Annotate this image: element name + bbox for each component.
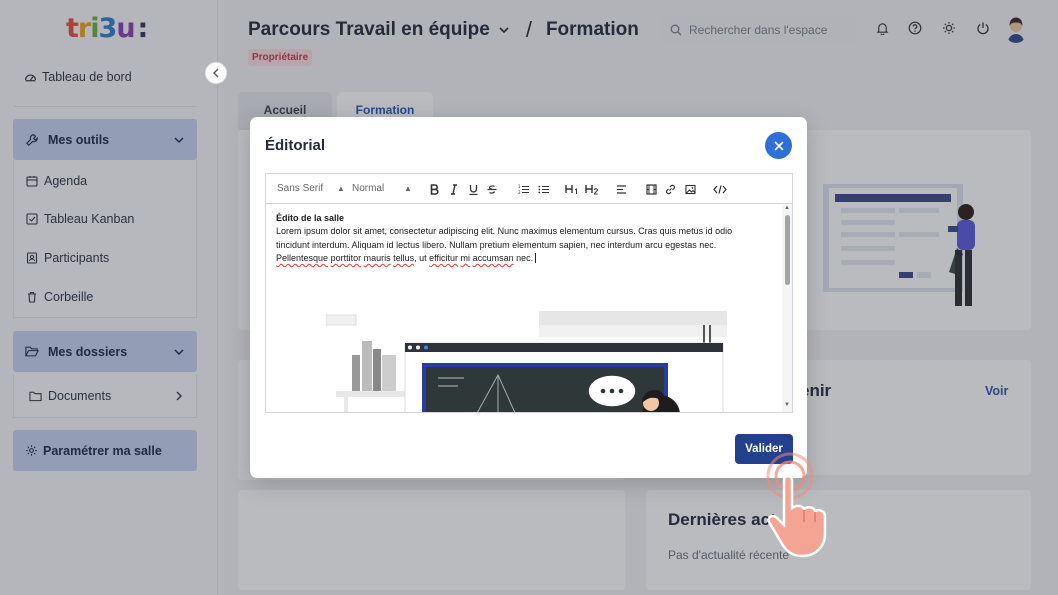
select-arrows-icon: ▲︎	[337, 184, 345, 193]
rich-text-editor: Sans Serif ▲︎ Normal ▲︎ 1 2 Édito de la …	[265, 173, 793, 413]
italic-button[interactable]	[448, 183, 460, 195]
text-cursor: ​	[535, 253, 537, 263]
close-button[interactable]	[765, 132, 792, 159]
spell-flag-word: efficitur	[429, 253, 459, 263]
font-size-value: Normal	[352, 183, 385, 194]
select-arrows-icon: ▲︎	[404, 184, 412, 193]
editorial-modal: Éditorial Sans Serif ▲︎ Normal ▲︎ 1 2 Éd…	[250, 117, 807, 478]
italic-icon	[451, 183, 457, 195]
heading2-icon	[585, 184, 599, 194]
image-icon	[684, 184, 696, 194]
align-button[interactable]	[615, 183, 627, 195]
spell-flag-word: mauris	[363, 253, 391, 263]
underline-button[interactable]	[467, 183, 479, 195]
image-button[interactable]	[684, 183, 696, 195]
heading1-icon	[565, 184, 577, 194]
video-button[interactable]	[645, 183, 657, 195]
font-family-value: Sans Serif	[277, 183, 324, 194]
spell-flag-word: Pellentesque	[276, 253, 329, 263]
spell-flag-word: accumsan	[472, 253, 514, 263]
svg-text:1: 1	[518, 184, 521, 189]
sidebar-collapse-button[interactable]	[205, 62, 227, 84]
scrollbar-thumb[interactable]	[785, 215, 790, 285]
editor-toolbar: Sans Serif ▲︎ Normal ▲︎ 1 2	[266, 174, 792, 204]
code-button[interactable]	[713, 183, 727, 195]
tap-hand-icon	[766, 452, 827, 558]
modal-title: Éditorial	[265, 137, 326, 154]
content-text: , ut	[414, 253, 427, 263]
film-icon	[645, 183, 657, 195]
ordered-list-button[interactable]: 12	[517, 183, 529, 195]
strike-button[interactable]	[486, 183, 498, 195]
scroll-down-arrow-icon[interactable]: ▼︎	[784, 402, 790, 408]
heading1-button[interactable]	[565, 183, 579, 195]
editor-content[interactable]: Édito de la salle Lorem ipsum dolor sit …	[266, 205, 782, 412]
content-text: nec.	[516, 253, 534, 263]
underline-icon	[469, 184, 477, 195]
content-body: Lorem ipsum dolor sit amet, consectetur …	[276, 225, 756, 266]
svg-text:2: 2	[518, 190, 521, 195]
bullet-list-button[interactable]	[537, 183, 549, 195]
content-paragraph: Lorem ipsum dolor sit amet, consectetur …	[276, 226, 733, 250]
content-illustration	[326, 311, 727, 412]
strikethrough-icon	[487, 184, 497, 194]
code-icon	[713, 184, 727, 194]
bold-button[interactable]	[428, 183, 440, 195]
font-size-select[interactable]: Normal ▲︎	[352, 183, 412, 194]
scroll-up-arrow-icon[interactable]: ▲︎	[784, 205, 790, 211]
content-title: Édito de la salle	[276, 213, 345, 223]
align-left-icon	[616, 184, 626, 194]
close-icon	[773, 140, 784, 151]
chevron-left-icon	[213, 68, 219, 78]
spell-flag-word: porttitor	[330, 253, 362, 263]
app-root: tri3u: Tableau de bord Mes outils Agenda…	[0, 0, 1058, 595]
link-button[interactable]	[664, 183, 676, 195]
editor-scrollbar[interactable]: ▲︎ ▼︎	[782, 205, 792, 412]
font-family-select[interactable]: Sans Serif ▲︎	[277, 183, 345, 194]
ordered-list-icon: 12	[518, 184, 529, 195]
heading2-button[interactable]	[585, 183, 599, 195]
bold-icon	[430, 183, 439, 195]
link-icon	[665, 184, 675, 194]
bullet-list-icon	[537, 185, 549, 193]
spell-flag-word: mi	[460, 253, 471, 263]
spell-flag-word: tellus	[393, 253, 415, 263]
